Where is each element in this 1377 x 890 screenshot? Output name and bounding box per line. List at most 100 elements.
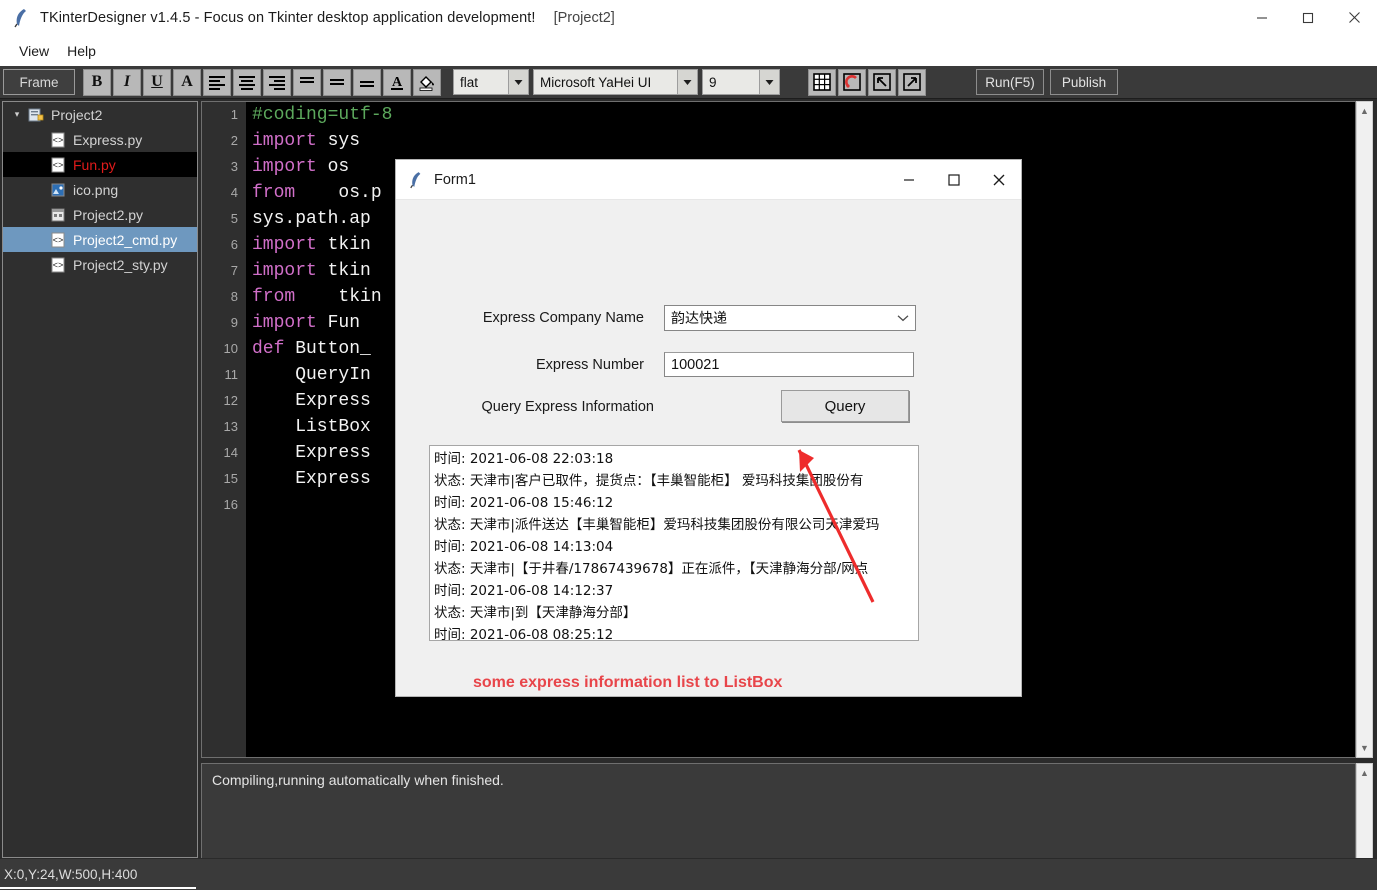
form1-dialog[interactable]: Form1 Express Company Name 韵达快递 Express … [396, 160, 1021, 696]
tree-item-project2-sty-py[interactable]: <> Project2_sty.py [3, 252, 197, 277]
widget-type-label[interactable]: Frame [3, 69, 75, 95]
window-project-name: [Project2] [553, 9, 615, 26]
code-file-icon: <> [49, 256, 66, 273]
menu-item-view[interactable]: View [10, 40, 58, 62]
undo-icon[interactable] [868, 68, 896, 96]
tree-item-label: Project2_cmd.py [73, 231, 178, 248]
code-token: Fun [316, 313, 361, 333]
redo-icon[interactable] [898, 68, 926, 96]
underline-button[interactable]: U [143, 68, 171, 96]
output-vertical-scrollbar[interactable]: ▲ [1356, 763, 1373, 859]
minimize-button[interactable] [1239, 0, 1285, 36]
align-left-icon[interactable] [203, 68, 231, 96]
align-top-icon[interactable] [323, 68, 351, 96]
code-file-icon: <> [49, 156, 66, 173]
listbox-row[interactable]: 状态: 天津市|派件送达【丰巢智能柜】爱玛科技集团股份有限公司天津爱玛 [434, 514, 918, 536]
title-bar: TKinterDesigner v1.4.5 - Focus on Tkinte… [0, 0, 1377, 36]
maximize-button[interactable] [1285, 0, 1331, 36]
express-company-combo[interactable]: 韵达快递 [664, 305, 916, 331]
annotation-note: some express information list to ListBox [473, 674, 783, 691]
form1-maximize-button[interactable] [931, 160, 976, 200]
svg-text:<>: <> [52, 236, 63, 246]
code-token: ListBox [252, 417, 371, 437]
tree-item-project2-cmd-py[interactable]: <> Project2_cmd.py [3, 227, 197, 252]
code-token: tkin [316, 235, 371, 255]
svg-text:<>: <> [52, 136, 63, 146]
output-pane[interactable]: Compiling,running automatically when fin… [201, 763, 1356, 859]
form-file-icon [49, 206, 66, 223]
tree-item-ico-png[interactable]: ico.png [3, 177, 197, 202]
chevron-down-icon[interactable] [759, 70, 779, 94]
font-size-value: 9 [709, 74, 717, 90]
listbox-row[interactable]: 时间: 2021-06-08 14:12:37 [434, 580, 918, 602]
editor-vertical-scrollbar[interactable]: ▲ ▼ [1356, 101, 1373, 758]
align-justify-icon[interactable] [293, 68, 321, 96]
line-number: 10 [223, 341, 238, 356]
express-number-label: Express Number [536, 357, 644, 373]
bold-button[interactable]: B [83, 68, 111, 96]
listbox-row[interactable]: 时间: 2021-06-08 15:46:12 [434, 492, 918, 514]
listbox-row[interactable]: 时间: 2021-06-08 22:03:18 [434, 448, 918, 470]
code-token: Express [252, 469, 371, 489]
relief-combo[interactable]: flat [453, 69, 529, 95]
code-file-icon: <> [49, 231, 66, 248]
chevron-down-icon[interactable]: ▾ [9, 109, 25, 120]
express-info-listbox[interactable]: 时间: 2021-06-08 22:03:18 状态: 天津市|客户已取件，提货点… [429, 445, 919, 641]
line-number: 4 [230, 185, 238, 200]
scroll-up-icon[interactable]: ▲ [1357, 103, 1372, 119]
align-center-icon[interactable] [233, 68, 261, 96]
listbox-row[interactable]: 状态: 天津市|【于井春/17867439678】正在派件，【天津静海分部/网点 [434, 558, 918, 580]
code-line: #coding=utf-8 [252, 102, 1355, 128]
window-title: TKinterDesigner v1.4.5 - Focus on Tkinte… [40, 9, 536, 26]
listbox-row[interactable]: 状态: 天津市|到【天津静海分部】 [434, 602, 918, 624]
grid-icon[interactable] [808, 68, 836, 96]
close-button[interactable] [1331, 0, 1377, 36]
tree-item-express-py[interactable]: <> Express.py [3, 127, 197, 152]
line-number: 13 [223, 419, 238, 434]
code-token: QueryIn [252, 365, 371, 385]
output-text: Compiling,running automatically when fin… [212, 772, 504, 788]
code-token: import [252, 261, 317, 281]
run-button[interactable]: Run(F5) [976, 69, 1044, 95]
form1-close-button[interactable] [976, 160, 1021, 200]
chevron-down-icon[interactable] [677, 70, 697, 94]
tree-item-project2-py[interactable]: Project2.py [3, 202, 197, 227]
font-button[interactable]: A [173, 68, 201, 96]
tree-item-label: ico.png [73, 181, 119, 198]
code-token: os [316, 157, 350, 177]
font-size-combo[interactable]: 9 [702, 69, 780, 95]
listbox-row[interactable]: 状态: 天津市|客户已取件，提货点：【丰巢智能柜】 爱玛科技集团股份有 [434, 470, 918, 492]
status-geometry-text: X:0,Y:24,W:500,H:400 [4, 867, 138, 882]
scroll-down-icon[interactable]: ▼ [1357, 740, 1372, 756]
tree-root-project2[interactable]: ▾ Project2 [3, 102, 197, 127]
font-family-combo[interactable]: Microsoft YaHei UI [533, 69, 698, 95]
align-middle-icon[interactable] [353, 68, 381, 96]
code-token: from [252, 287, 296, 307]
paint-bucket-icon[interactable] [413, 68, 441, 96]
project-tree[interactable]: ▾ Project2 <> Express.py <> Fun.py ico.p… [2, 101, 198, 858]
publish-button[interactable]: Publish [1050, 69, 1118, 95]
code-line: import sys [252, 128, 1355, 154]
text-color-button[interactable]: A [383, 68, 411, 96]
font-family-value: Microsoft YaHei UI [540, 74, 652, 90]
code-token: def [252, 339, 285, 359]
line-number: 5 [230, 211, 238, 226]
chevron-down-icon[interactable] [891, 314, 915, 322]
menu-item-help[interactable]: Help [58, 40, 105, 62]
chevron-down-icon[interactable] [508, 70, 528, 94]
query-button[interactable]: Query [781, 390, 909, 422]
listbox-row[interactable]: 时间: 2021-06-08 08:25:12 [434, 624, 918, 640]
magnet-icon[interactable] [838, 68, 866, 96]
italic-button[interactable]: I [113, 68, 141, 96]
status-bar: X:0,Y:24,W:500,H:400 [0, 858, 1377, 890]
express-number-input[interactable]: 100021 [664, 352, 914, 377]
feather-icon [408, 171, 424, 189]
application-window: TKinterDesigner v1.4.5 - Focus on Tkinte… [0, 0, 1377, 890]
form1-minimize-button[interactable] [886, 160, 931, 200]
code-token: Express [252, 391, 371, 411]
tree-item-fun-py[interactable]: <> Fun.py [3, 152, 197, 177]
align-right-icon[interactable] [263, 68, 291, 96]
scroll-up-icon[interactable]: ▲ [1357, 765, 1372, 781]
code-token: import [252, 235, 317, 255]
listbox-row[interactable]: 时间: 2021-06-08 14:13:04 [434, 536, 918, 558]
